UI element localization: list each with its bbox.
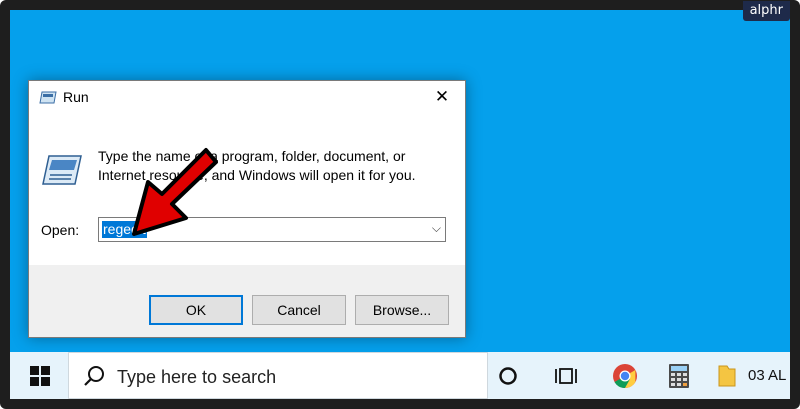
folder-icon: [718, 365, 736, 386]
windows-start-icon: [30, 365, 50, 386]
task-view-button[interactable]: [542, 352, 590, 399]
taskbar: Type here to search 03 AL: [10, 352, 790, 399]
dialog-titlebar[interactable]: Run ✕: [29, 81, 465, 113]
dialog-title: Run: [63, 89, 89, 105]
cancel-button[interactable]: Cancel: [252, 295, 346, 325]
run-icon: [39, 91, 57, 104]
task-view-icon: [555, 367, 577, 384]
taskbar-search-box[interactable]: Type here to search: [68, 352, 488, 399]
folder-taskbar-label[interactable]: 03 AL: [748, 367, 786, 384]
annotation-arrow-icon: [132, 148, 218, 236]
chrome-icon: [613, 363, 637, 388]
search-icon: [84, 366, 104, 386]
run-app-icon: [42, 155, 82, 185]
folder-taskbar-button[interactable]: [710, 352, 744, 399]
desktop: Run ✕ Type the name of a program, folder…: [10, 10, 790, 399]
cortana-icon: [499, 366, 517, 385]
chrome-taskbar-button[interactable]: [601, 352, 649, 399]
calculator-taskbar-button[interactable]: [655, 352, 703, 399]
screenshot-frame: alphr Run ✕ Type the name of a program, …: [0, 0, 800, 409]
watermark: alphr: [742, 1, 790, 21]
search-placeholder: Type here to search: [117, 367, 277, 387]
open-label: Open:: [41, 222, 80, 238]
cortana-button[interactable]: [484, 352, 532, 399]
ok-button[interactable]: OK: [149, 295, 243, 325]
run-dialog: Run ✕ Type the name of a program, folder…: [28, 80, 466, 338]
browse-button[interactable]: Browse...: [355, 295, 449, 325]
close-icon: ✕: [434, 87, 450, 106]
start-button[interactable]: [18, 352, 62, 399]
close-button[interactable]: ✕: [419, 81, 465, 113]
chevron-down-icon[interactable]: ⌵: [432, 221, 441, 236]
calculator-icon: [669, 363, 689, 388]
